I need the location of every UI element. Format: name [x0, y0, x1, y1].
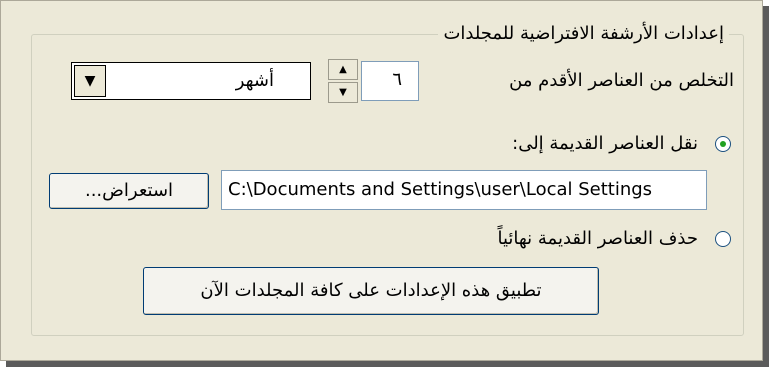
cleanup-label: التخلص من العناصر الأقدم من: [509, 70, 734, 91]
archive-settings-panel: إعدادات الأرشفة الافتراضية للمجلدات التخ…: [0, 0, 763, 361]
radio-selected-dot: [720, 141, 726, 147]
up-arrow-icon: ▲: [339, 64, 347, 75]
move-old-items-label: نقل العناصر القديمة إلى:: [512, 133, 698, 154]
window-shadow-right: [763, 6, 769, 367]
delete-old-items-radio[interactable]: [715, 231, 731, 247]
age-unit-value: أشهر: [235, 70, 274, 91]
spin-down-button[interactable]: ▼: [328, 82, 358, 103]
age-spinner: ▲ ▼: [328, 59, 358, 103]
group-legend: إعدادات الأرشفة الافتراضية للمجلدات: [438, 21, 729, 47]
spin-up-button[interactable]: ▲: [328, 59, 358, 80]
age-value-input[interactable]: ٦: [361, 61, 419, 101]
down-arrow-icon: ▼: [339, 87, 347, 98]
window-shadow-bottom: [6, 361, 769, 367]
age-unit-select[interactable]: أشهر ▼: [71, 62, 311, 100]
apply-to-all-folders-button[interactable]: تطبيق هذه الإعدادات على كافة المجلدات ال…: [143, 267, 599, 315]
dropdown-button[interactable]: ▼: [74, 65, 106, 97]
move-old-items-radio[interactable]: [715, 136, 731, 152]
archive-path-input[interactable]: C:\Documents and Settings\user\Local Set…: [221, 170, 707, 210]
dropdown-arrow-icon: ▼: [84, 73, 96, 89]
browse-button[interactable]: استعراض...: [49, 173, 209, 209]
delete-old-items-label: حذف العناصر القديمة نهائياً: [497, 228, 698, 249]
